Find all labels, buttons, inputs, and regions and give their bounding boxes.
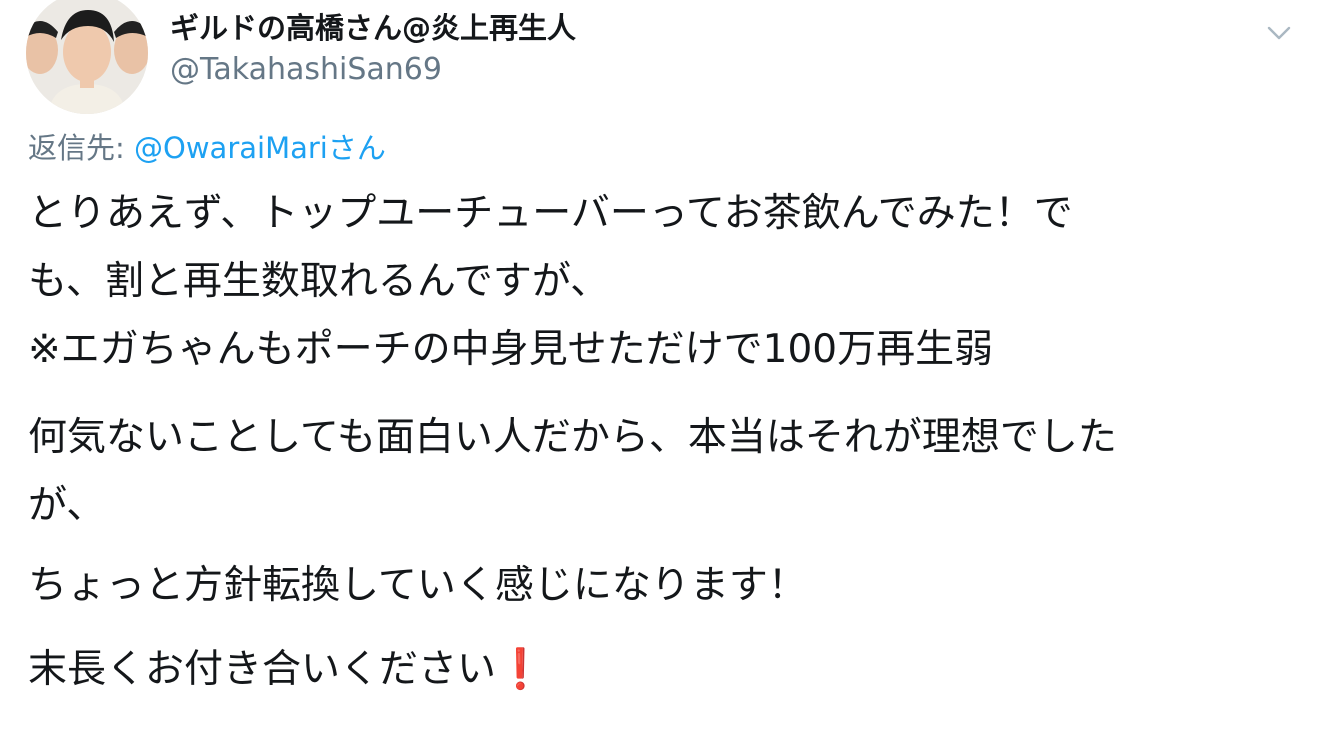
tweet-line: とりあえず、トップユーチューバーってお茶飲んでみた！で xyxy=(28,191,1073,236)
author-name[interactable]: ギルドの高橋さん@炎上再生人 xyxy=(170,8,576,48)
tweet-line: も、割と再生数取れるんですが、 xyxy=(28,259,610,304)
reply-prefix: 返信先: xyxy=(28,131,134,165)
tweet: ギルドの高橋さん@炎上再生人 @TakahashiSan69 返信先: @Owa… xyxy=(0,0,1329,752)
avatar[interactable] xyxy=(26,0,148,114)
chevron-down-icon[interactable] xyxy=(1262,18,1296,48)
reply-mention-link[interactable]: @OwaraiMariさん xyxy=(134,131,386,165)
tweet-line: 何気ないことしても面白い人だから、本当はそれが理想でした xyxy=(28,415,1117,460)
reply-to-line: 返信先: @OwaraiMariさん xyxy=(28,128,386,168)
tweet-paragraph: 何気ないことしても面白い人だから、本当はそれが理想でした が、 xyxy=(28,404,1117,540)
tweet-line: ちょっと方針転換していく感じになります！ xyxy=(28,563,807,608)
tweet-paragraph: ちょっと方針転換していく感じになります！ xyxy=(28,552,807,620)
tweet-paragraph: とりあえず、トップユーチューバーってお茶飲んでみた！で も、割と再生数取れるんで… xyxy=(28,180,1073,384)
tweet-line-text: 末長くお付き合いください xyxy=(28,647,497,692)
reply-mention-suffix[interactable]: さん xyxy=(328,131,386,165)
exclamation-emoji-icon: ❗ xyxy=(496,647,545,692)
reply-mention[interactable]: @OwaraiMari xyxy=(134,131,328,165)
tweet-line: が、 xyxy=(28,483,106,528)
tweet-line: ※エガちゃんもポーチの中身見せただけで100万再生弱 xyxy=(28,327,994,372)
author-handle[interactable]: @TakahashiSan69 xyxy=(170,50,442,90)
tweet-paragraph: 末長くお付き合いください❗ xyxy=(28,636,545,704)
tweet-line: 末長くお付き合いください❗ xyxy=(28,636,545,704)
